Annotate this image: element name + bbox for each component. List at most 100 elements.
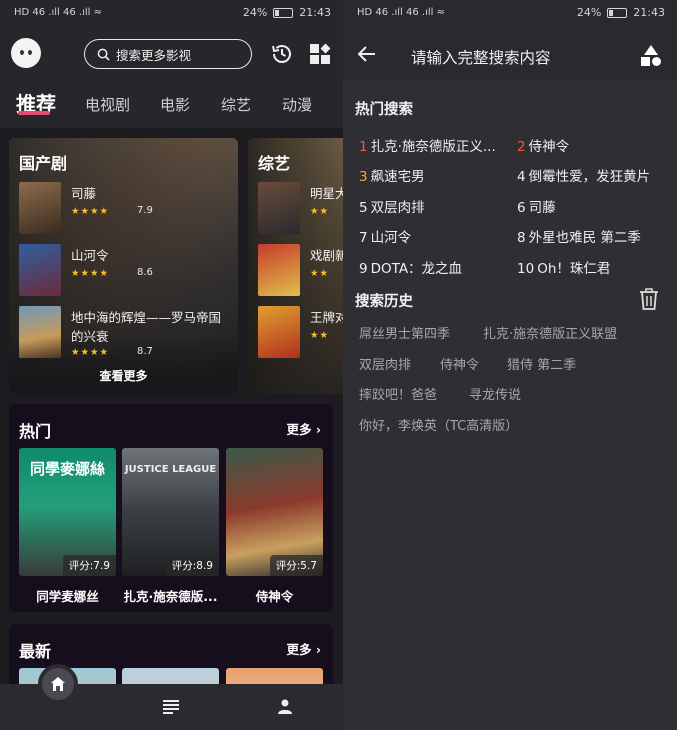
- back-arrow-icon[interactable]: [357, 44, 377, 64]
- hot-search-text: 外星也难民 第二季: [528, 230, 641, 246]
- nav-home[interactable]: [38, 664, 78, 704]
- poster-image: 同學麥娜絲 评分:7.9: [19, 448, 116, 576]
- star-rating: ★★: [310, 330, 330, 341]
- latest-section-title: 最新: [19, 642, 52, 661]
- search-screen: HD 46 .ıll 46 .ıll ≈ 24% 21:43 请输入完整搜索内容…: [343, 0, 677, 730]
- star-rating: ★★★★: [71, 347, 110, 358]
- history-item[interactable]: 双层肉排: [359, 354, 411, 373]
- tab-anime[interactable]: 动漫: [282, 94, 312, 115]
- top-bar: 搜索更多影视: [0, 30, 343, 76]
- poster-image: [19, 182, 61, 234]
- poster-text: JUSTICE LEAGUE: [124, 464, 217, 475]
- battery-icon: [273, 7, 294, 18]
- more-label: 更多: [286, 422, 312, 437]
- hot-search-item-1[interactable]: 1 扎克·施奈德版正义...: [359, 135, 496, 155]
- home-icon: [51, 677, 65, 691]
- hot-search-item-9[interactable]: 9 DOTA：龙之血: [359, 257, 462, 277]
- star-rating: ★★: [310, 268, 330, 279]
- poster-image: [258, 306, 300, 358]
- movie-card[interactable]: JUSTICE LEAGUE 评分:8.9 扎克·施奈德版...: [122, 448, 219, 605]
- battery-icon: [607, 7, 628, 18]
- rating-badge: 评分:7.9: [62, 555, 116, 576]
- tab-movies[interactable]: 电影: [160, 94, 190, 115]
- see-more-button[interactable]: 查看更多: [9, 367, 238, 384]
- list-item[interactable]: 司藤 ★★★★ 7.9: [19, 182, 234, 234]
- history-icon[interactable]: [270, 42, 294, 66]
- latest-more-link[interactable]: 更多 ›: [286, 639, 321, 658]
- movie-title: 侍神令: [255, 589, 294, 604]
- hot-search-item-2[interactable]: 2 侍神令: [517, 135, 569, 155]
- item-title: 山河令: [71, 248, 109, 263]
- hot-search-item-5[interactable]: 5 双层肉排: [359, 196, 425, 216]
- category-tabs: 推荐 电视剧 电影 综艺 动漫: [0, 88, 343, 118]
- hot-search-text: 司藤: [528, 200, 556, 216]
- hot-search-item-8[interactable]: 8 外星也难民 第二季: [517, 226, 641, 246]
- shapes-icon[interactable]: [639, 44, 663, 68]
- hot-search-item-4[interactable]: 4 倒霉性爱，发狂黄片: [517, 165, 650, 185]
- list-item[interactable]: 戏剧新 ★★: [258, 244, 343, 296]
- history-item[interactable]: 猎侍 第二季: [507, 354, 576, 373]
- history-item[interactable]: 你好，李焕英（TC高清版）: [359, 415, 518, 434]
- star-rating: ★★★★: [71, 268, 110, 279]
- poster-image: JUSTICE LEAGUE 评分:8.9: [122, 448, 219, 576]
- clock: 21:43: [299, 6, 331, 19]
- item-title: 司藤: [71, 186, 97, 201]
- hot-search-text: 山河令: [370, 230, 412, 246]
- hot-search-title: 热门搜索: [355, 102, 413, 118]
- poster-text: 同學麥娜絲: [29, 460, 105, 478]
- history-item[interactable]: 屌丝男士第四季: [359, 323, 450, 342]
- history-item[interactable]: 侍神令: [440, 354, 479, 373]
- poster-image: [19, 306, 61, 358]
- hot-search-item-3[interactable]: 3 飙速宅男: [359, 165, 425, 185]
- movie-card[interactable]: 同學麥娜絲 评分:7.9 同学麦娜丝: [19, 448, 116, 605]
- domestic-drama-title: 国产剧: [19, 154, 68, 173]
- history-item[interactable]: 摔跤吧！爸爸: [359, 384, 437, 403]
- trash-icon[interactable]: [639, 288, 659, 310]
- app-logo[interactable]: [11, 38, 41, 68]
- history-item[interactable]: 扎克·施奈德版正义联盟: [483, 323, 617, 342]
- list-item[interactable]: 明星大 ★★: [258, 182, 343, 234]
- search-prompt[interactable]: 请输入完整搜索内容: [411, 46, 551, 68]
- tab-tv-series[interactable]: 电视剧: [85, 94, 130, 115]
- variety-card: 综艺 明星大 ★★ 戏剧新 ★★ 王牌对 ★★: [248, 138, 343, 394]
- search-placeholder: 搜索更多影视: [116, 47, 192, 63]
- item-title: 戏剧新: [310, 248, 343, 263]
- search-input[interactable]: 搜索更多影视: [84, 39, 252, 69]
- list-item[interactable]: 山河令 ★★★★ 8.6: [19, 244, 234, 296]
- search-history-title: 搜索历史: [355, 294, 413, 310]
- item-title: 王牌对: [310, 310, 343, 325]
- category-grid-icon[interactable]: [308, 42, 332, 66]
- rank-number: 7: [359, 230, 368, 246]
- signal-indicators: HD 46 .ıll 46 .ıll ≈: [14, 7, 102, 18]
- user-icon[interactable]: [277, 698, 293, 714]
- hot-search-text: Oh！珠仁君: [537, 261, 611, 277]
- list-item[interactable]: 王牌对 ★★: [258, 306, 343, 358]
- hot-search-item-10[interactable]: 10 Oh！珠仁君: [517, 257, 610, 277]
- rank-number: 3: [359, 169, 368, 185]
- status-bar: HD 46 .ıll 46 .ıll ≈ 24% 21:43: [0, 0, 343, 28]
- movie-title: 同学麦娜丝: [36, 589, 99, 604]
- clock: 21:43: [633, 6, 665, 19]
- hot-search-item-6[interactable]: 6 司藤: [517, 196, 556, 216]
- movie-card[interactable]: 评分:5.7 侍神令: [226, 448, 323, 605]
- star-rating: ★★★★: [71, 206, 110, 217]
- item-score: 8.7: [137, 346, 153, 357]
- hot-search-text: 扎克·施奈德版正义...: [370, 139, 496, 155]
- list-item[interactable]: 地中海的辉煌——罗马帝国的兴衰 ★★★★ 8.7: [19, 306, 234, 358]
- active-tab-indicator: [18, 111, 50, 115]
- list-icon[interactable]: [163, 700, 179, 714]
- tab-variety[interactable]: 综艺: [221, 94, 251, 115]
- search-body: 热门搜索 1 扎克·施奈德版正义... 2 侍神令 3 飙速宅男 4 倒霉性爱，发狂黄片…: [343, 80, 677, 730]
- hot-search-text: 倒霉性爱，发狂黄片: [528, 169, 651, 185]
- rating-badge: 评分:8.9: [165, 555, 219, 576]
- hot-search-text: 飙速宅男: [370, 169, 425, 185]
- poster-image: [19, 244, 61, 296]
- hot-more-link[interactable]: 更多 ›: [286, 419, 321, 438]
- hot-search-item-7[interactable]: 7 山河令: [359, 226, 411, 246]
- history-item[interactable]: 寻龙传说: [469, 384, 521, 403]
- variety-title: 综艺: [258, 154, 291, 173]
- item-score: 8.6: [137, 267, 153, 278]
- hot-section: 热门 更多 › 同學麥娜絲 评分:7.9 同学麦娜丝 JUSTICE LEAGU…: [9, 404, 333, 612]
- rank-number: 4: [517, 169, 526, 185]
- home-screen: HD 46 .ıll 46 .ıll ≈ 24% 21:43 搜索更多影视 推荐…: [0, 0, 343, 730]
